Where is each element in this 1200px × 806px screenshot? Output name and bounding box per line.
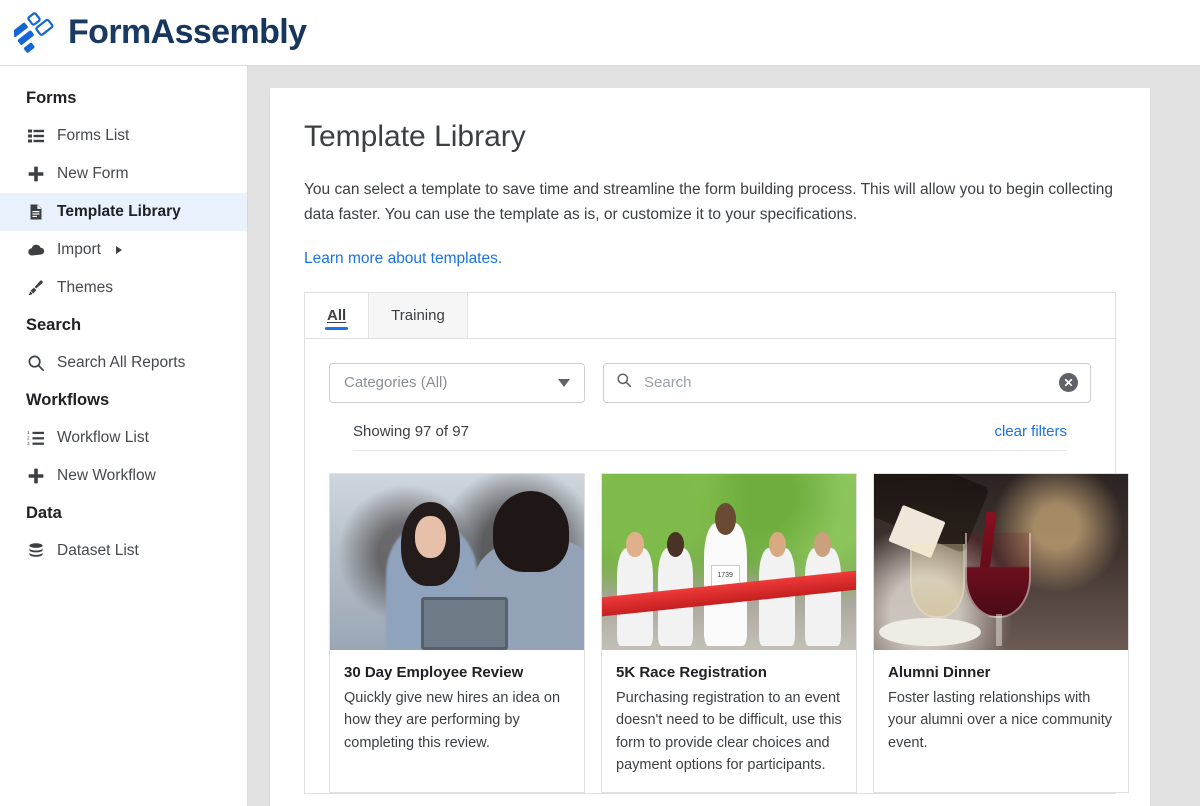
sidebar-item-import[interactable]: Import bbox=[0, 231, 247, 269]
template-card-body: Alumni Dinner Foster lasting relationship… bbox=[874, 650, 1128, 770]
tab-strip: All Training bbox=[305, 292, 1115, 339]
filter-row: Categories (All) bbox=[305, 339, 1115, 403]
two-people-meeting-at-desk-photo bbox=[330, 473, 584, 650]
results-summary-row: Showing 97 of 97 clear filters bbox=[353, 403, 1067, 451]
svg-text:2: 2 bbox=[27, 436, 30, 441]
brand-logo[interactable]: FormAssembly bbox=[11, 9, 307, 57]
tab-label: All bbox=[327, 306, 347, 324]
sidebar-item-themes[interactable]: Themes bbox=[0, 269, 247, 307]
sidebar-item-template-library[interactable]: Template Library bbox=[0, 193, 247, 231]
sidebar-item-new-workflow[interactable]: New Workflow bbox=[0, 457, 247, 495]
tab-label: Training bbox=[391, 306, 445, 324]
page-description: You can select a template to save time a… bbox=[304, 181, 1114, 223]
template-title: Alumni Dinner bbox=[888, 663, 991, 681]
app-root: FormAssembly Forms Forms List New Form Temp… bbox=[0, 0, 1200, 806]
content-panel: Template Library You can select a templa… bbox=[270, 88, 1150, 806]
search-field[interactable] bbox=[603, 362, 1091, 403]
learn-more-link[interactable]: Learn more about templates. bbox=[304, 250, 502, 268]
template-title: 5K Race Registration bbox=[616, 663, 767, 681]
paintbrush-icon bbox=[26, 278, 46, 298]
sidebar-group-title: Forms bbox=[26, 89, 77, 107]
pouring-red-wine-at-dinner-photo bbox=[874, 473, 1128, 650]
body-row: Forms Forms List New Form Template Library I… bbox=[0, 66, 1200, 806]
template-title: 30 Day Employee Review bbox=[344, 663, 524, 681]
sidebar-group-title: Data bbox=[26, 504, 62, 522]
plus-icon bbox=[26, 466, 46, 486]
top-bar: FormAssembly bbox=[0, 0, 1200, 66]
sidebar-item-workflow-list[interactable]: 1 2 3 Workflow List bbox=[0, 419, 247, 457]
template-description: Foster lasting relationships with your a… bbox=[888, 689, 1113, 751]
sidebar-item-forms-list[interactable]: Forms List bbox=[0, 117, 247, 155]
main-content-area: Template Library You can select a templa… bbox=[248, 66, 1200, 806]
sidebar-item-label: Search All Reports bbox=[57, 354, 186, 371]
sidebar-item-new-form[interactable]: New Form bbox=[0, 155, 247, 193]
svg-text:3: 3 bbox=[27, 441, 30, 446]
template-browser-card: All Training Categories (All) Search Sho… bbox=[304, 291, 1129, 795]
chevron-down-icon bbox=[558, 378, 570, 387]
sidebar-item-label: Import bbox=[57, 241, 101, 258]
cloud-upload-icon bbox=[26, 240, 46, 260]
template-description: Purchasing registration to an event does… bbox=[616, 689, 842, 773]
clear-search-icon[interactable] bbox=[1059, 373, 1078, 393]
brand-wordmark: FormAssembly bbox=[68, 13, 307, 52]
brand-name-part1: Form bbox=[68, 13, 151, 51]
brand-name-part2: Assembly bbox=[150, 13, 307, 51]
search-icon bbox=[616, 372, 632, 393]
page-title: Template Library bbox=[304, 120, 526, 153]
template-card-body: 30 Day Employee Review Quickly give new h… bbox=[330, 650, 584, 770]
runners-crossing-finish-line-photo: 1739 bbox=[602, 473, 856, 650]
list-icon bbox=[26, 126, 46, 146]
sidebar-group-title: Workflows bbox=[26, 391, 110, 409]
template-card-grid: 30 Day Employee Review Quickly give new h… bbox=[305, 451, 1129, 794]
sidebar-item-search-all-reports[interactable]: Search All Reports bbox=[0, 344, 247, 382]
sidebar-item-label: Themes bbox=[57, 279, 113, 296]
tab-training[interactable]: Training bbox=[368, 292, 468, 338]
category-filter-select[interactable]: Categories (All) bbox=[329, 362, 585, 403]
sidebar-item-label: New Workflow bbox=[57, 467, 156, 484]
database-icon bbox=[26, 541, 46, 561]
sidebar-group-title: Search bbox=[26, 316, 82, 334]
sidebar-item-label: Forms List bbox=[57, 127, 130, 144]
category-filter-label: Categories (All) bbox=[344, 374, 448, 392]
document-icon bbox=[26, 202, 46, 222]
tab-all[interactable]: All bbox=[305, 292, 369, 338]
search-icon bbox=[26, 353, 46, 373]
results-count: Showing 97 of 97 bbox=[353, 422, 469, 440]
template-card[interactable]: Alumni Dinner Foster lasting relationship… bbox=[873, 472, 1129, 794]
template-card[interactable]: 30 Day Employee Review Quickly give new h… bbox=[329, 472, 585, 794]
sidebar-nav: Forms Forms List New Form Template Library I… bbox=[0, 66, 248, 806]
template-description: Quickly give new hires an idea on how th… bbox=[344, 689, 561, 751]
ordered-list-icon: 123 bbox=[26, 428, 46, 448]
template-card-body: 5K Race Registration Purchasing registrat… bbox=[602, 650, 856, 793]
sidebar-item-label: New Form bbox=[57, 165, 129, 182]
search-input[interactable] bbox=[642, 373, 1049, 393]
sidebar-item-label: Template Library bbox=[57, 203, 181, 220]
sidebar-item-dataset-list[interactable]: Dataset List bbox=[0, 532, 247, 570]
template-card[interactable]: 1739 5K Race Registration Purchasing regi… bbox=[601, 472, 857, 794]
formassembly-logo-icon bbox=[11, 9, 62, 57]
clear-filters-link[interactable]: clear filters bbox=[994, 423, 1067, 440]
sidebar-item-label: Workflow List bbox=[57, 429, 149, 446]
plus-icon bbox=[26, 164, 46, 184]
chevron-right-icon bbox=[115, 246, 122, 254]
sidebar-item-label: Dataset List bbox=[57, 542, 139, 559]
svg-text:1: 1 bbox=[27, 430, 30, 435]
